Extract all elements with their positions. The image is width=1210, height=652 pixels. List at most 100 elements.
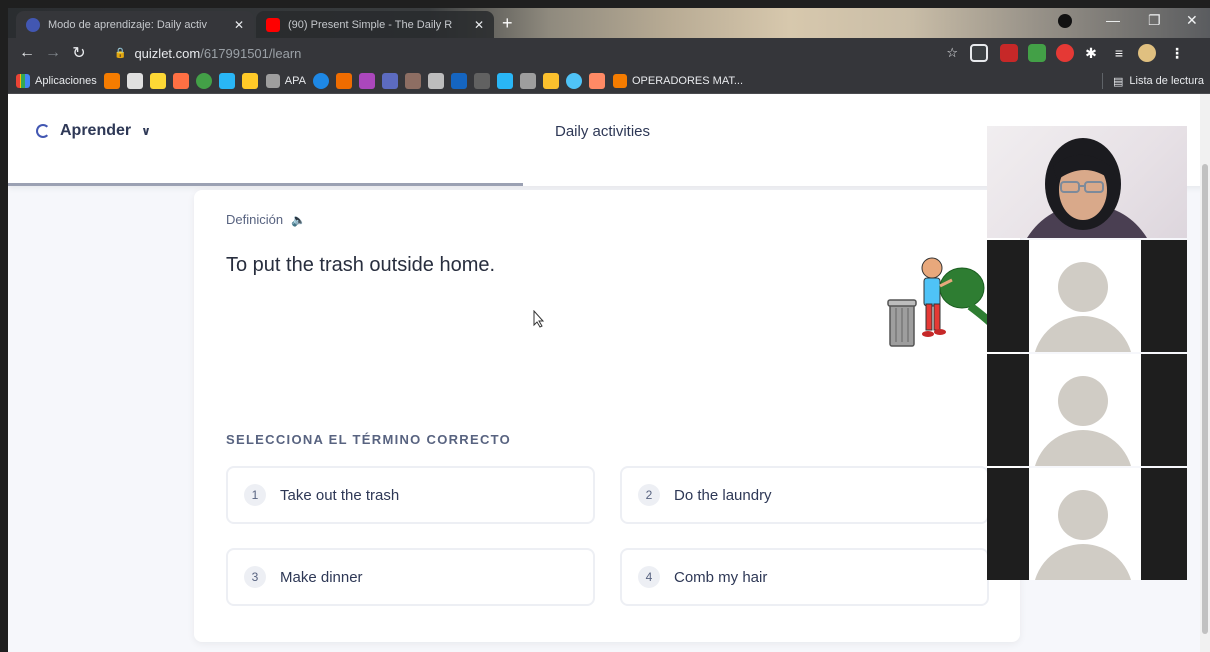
learn-mode-icon xyxy=(36,124,50,138)
reload-icon[interactable]: ↻ xyxy=(66,43,92,63)
speaker-icon[interactable]: 🔈 xyxy=(291,213,306,227)
reading-list[interactable]: ▤ Lista de lectura xyxy=(1101,73,1204,89)
tab-quizlet[interactable]: Modo de aprendizaje: Daily activ ✕ xyxy=(16,11,254,38)
bookmark-icon[interactable] xyxy=(381,72,398,89)
bookmark-icon[interactable] xyxy=(126,72,143,89)
option-text: Make dinner xyxy=(280,568,363,586)
bookmark-icon[interactable] xyxy=(149,72,166,89)
url-host: quizlet.com xyxy=(134,45,201,61)
extension-icon[interactable] xyxy=(1000,44,1018,62)
blogger-icon xyxy=(612,73,627,88)
bookmark-icon[interactable] xyxy=(103,72,120,89)
answer-option-1[interactable]: 1 Take out the trash xyxy=(226,466,595,524)
chevron-down-icon: ∨ xyxy=(141,124,151,138)
lock-icon: 🔒 xyxy=(114,47,127,59)
media-control-icon[interactable]: ≡ xyxy=(1110,44,1128,62)
option-number: 2 xyxy=(638,484,660,506)
participant-placeholder-tile[interactable] xyxy=(987,354,1187,466)
new-tab-icon[interactable]: + xyxy=(502,14,513,32)
apps-grid-icon xyxy=(16,73,30,88)
option-text: Comb my hair xyxy=(674,568,768,586)
select-term-prompt: SELECCIONA EL TÉRMINO CORRECTO xyxy=(226,432,512,447)
extension-icon[interactable] xyxy=(1028,44,1046,62)
apa-icon xyxy=(265,73,280,88)
tab-title: (90) Present Simple - The Daily R xyxy=(288,18,453,31)
avatar-head-icon xyxy=(1058,376,1108,426)
profile-dot-icon[interactable] xyxy=(1058,14,1072,28)
study-mode-dropdown[interactable]: Aprender ∨ xyxy=(36,122,151,140)
avatar-head-icon xyxy=(1058,262,1108,312)
bookmark-icon[interactable] xyxy=(427,72,444,89)
mouse-cursor-icon xyxy=(533,310,545,328)
menu-kebab-icon[interactable]: ⋮ xyxy=(1168,44,1186,62)
bookmark-apa[interactable]: APA xyxy=(265,73,306,88)
extension-icon[interactable] xyxy=(1056,44,1074,62)
bookmark-apps[interactable]: Aplicaciones xyxy=(16,73,97,88)
answer-option-3[interactable]: 3 Make dinner xyxy=(226,548,595,606)
option-text: Take out the trash xyxy=(280,486,400,504)
take-out-trash-image xyxy=(887,257,996,347)
bookmark-icon[interactable] xyxy=(450,72,467,89)
option-number: 4 xyxy=(638,566,660,588)
definition-label: Definición 🔈 xyxy=(226,212,306,227)
video-call-panel xyxy=(987,126,1187,580)
bookmark-apa-label: APA xyxy=(284,74,306,87)
participant-placeholder-tile[interactable] xyxy=(987,468,1187,580)
extension-icon[interactable] xyxy=(970,44,988,62)
participant-placeholder-tile[interactable] xyxy=(987,240,1187,352)
bookmark-icon[interactable] xyxy=(565,72,582,89)
minimize-icon[interactable]: — xyxy=(1106,12,1120,28)
bookmark-apps-label: Aplicaciones xyxy=(35,74,97,87)
set-title[interactable]: Daily activities xyxy=(555,123,650,140)
bookmark-icon[interactable] xyxy=(404,72,421,89)
answer-option-2[interactable]: 2 Do the laundry xyxy=(620,466,989,524)
bookmark-star-icon[interactable]: ☆ xyxy=(946,45,958,61)
forward-icon[interactable]: → xyxy=(40,44,66,62)
bookmark-icon[interactable] xyxy=(496,72,513,89)
address-bar[interactable]: 🔒 quizlet.com /617991501/learn ☆ xyxy=(114,42,962,64)
maximize-icon[interactable]: ❐ xyxy=(1148,12,1161,29)
tab-youtube[interactable]: (90) Present Simple - The Daily R ✕ xyxy=(256,11,494,38)
bookmark-icon[interactable] xyxy=(241,72,258,89)
close-window-icon[interactable]: ✕ xyxy=(1186,12,1198,29)
url-path: /617991501/learn xyxy=(200,45,302,61)
close-tab-icon[interactable]: ✕ xyxy=(234,18,244,32)
bookmark-icon[interactable] xyxy=(195,72,212,89)
bookmark-icon[interactable] xyxy=(312,72,329,89)
youtube-favicon-icon xyxy=(266,17,280,32)
profile-avatar-icon[interactable] xyxy=(1138,44,1156,62)
extensions-puzzle-icon[interactable]: ✱ xyxy=(1082,44,1100,62)
page-scrollbar[interactable] xyxy=(1200,94,1210,652)
bookmark-operadores-label: OPERADORES MAT... xyxy=(631,74,744,87)
definition-text: To put the trash outside home. xyxy=(226,254,496,276)
bookmark-icon[interactable] xyxy=(218,72,235,89)
close-tab-icon[interactable]: ✕ xyxy=(474,18,484,32)
quizlet-favicon-icon xyxy=(26,17,40,32)
study-mode-label: Aprender xyxy=(60,122,132,139)
avatar-head-icon xyxy=(1058,490,1108,540)
answer-option-4[interactable]: 4 Comb my hair xyxy=(620,548,989,606)
tab-title: Modo de aprendizaje: Daily activ xyxy=(48,18,207,31)
reading-list-label: Lista de lectura xyxy=(1129,75,1204,87)
option-number: 3 xyxy=(244,566,266,588)
option-number: 1 xyxy=(244,484,266,506)
bookmark-icon[interactable] xyxy=(473,72,490,89)
bookmark-icon[interactable] xyxy=(358,72,375,89)
participant-camera-tile[interactable] xyxy=(987,126,1187,238)
back-icon[interactable]: ← xyxy=(14,44,40,62)
bookmark-icon[interactable] xyxy=(519,72,536,89)
bookmark-operadores[interactable]: OPERADORES MAT... xyxy=(612,73,744,88)
bookmark-icon[interactable] xyxy=(335,72,352,89)
bookmark-separator xyxy=(1101,73,1103,89)
scrollbar-thumb[interactable] xyxy=(1202,164,1208,634)
bookmark-icon[interactable] xyxy=(172,72,189,89)
tab-strip: Modo de aprendizaje: Daily activ ✕ (90) … xyxy=(8,8,1210,38)
progress-bar xyxy=(8,183,523,186)
bookmarks-bar: Aplicaciones APA OPERADORES MAT... ▤ Lis… xyxy=(8,68,1210,94)
option-text: Do the laundry xyxy=(674,486,772,504)
bookmark-icon[interactable] xyxy=(542,72,559,89)
bookmark-icon[interactable] xyxy=(588,72,605,89)
question-card: Definición 🔈 To put the trash outside ho… xyxy=(194,190,1020,642)
reading-list-icon: ▤ xyxy=(1112,75,1124,88)
participant-video-image xyxy=(1027,138,1147,238)
